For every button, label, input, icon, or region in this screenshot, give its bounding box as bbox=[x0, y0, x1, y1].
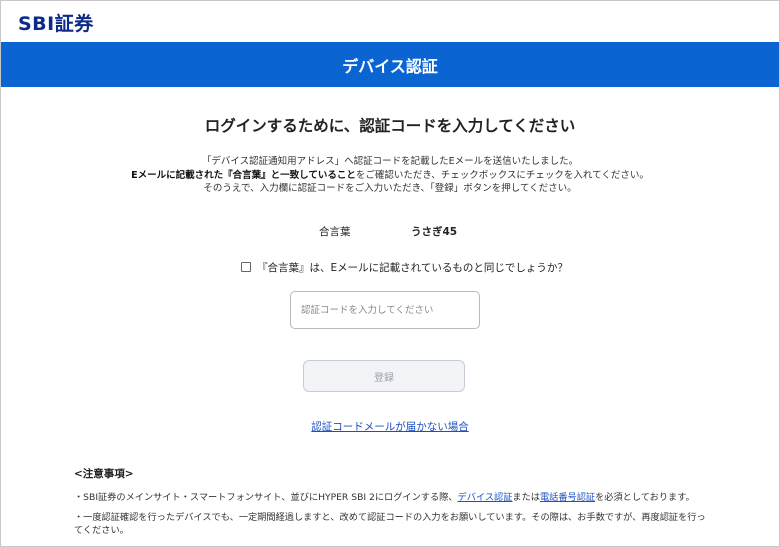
code-not-received-link: 認証コードメールが届かない場合 bbox=[1, 419, 779, 434]
intro-line-1: 「デバイス認証通知用アドレス」へ認証コードを記載したEメールを送信いたしました。 bbox=[201, 156, 579, 167]
note-line-1: ・SBI証券のメインサイト・スマートフォンサイト、並びにHYPER SBI 2に… bbox=[74, 491, 714, 504]
keyword-value: うさぎ45 bbox=[411, 226, 458, 238]
keyword-confirm-label: 『合言葉』は、Eメールに記載されているものと同じでしょうか？ bbox=[257, 261, 568, 274]
intro-text: 「デバイス認証通知用アドレス」へ認証コードを記載したEメールを送信いたしました。… bbox=[1, 155, 779, 196]
register-button[interactable]: 登録 bbox=[303, 360, 465, 392]
keyword-label: 合言葉 bbox=[319, 226, 351, 238]
code-not-received-link-text[interactable]: 認証コードメールが届かない場合 bbox=[311, 421, 469, 433]
sbi-logo[interactable]: SBI証券 bbox=[18, 9, 94, 36]
note-line-1-pre: ・SBI証券のメインサイト・スマートフォンサイト、並びにHYPER SBI 2に… bbox=[74, 492, 458, 503]
phone-auth-link[interactable]: 電話番号認証 bbox=[540, 492, 595, 503]
intro-line-2: Eメールに記載された『合言葉』と一致していることをご確認いただき、チェックボック… bbox=[1, 169, 779, 183]
page-frame: SBI証券 デバイス認証 ログインするために、認証コードを入力してください 「デ… bbox=[0, 0, 780, 547]
device-auth-link[interactable]: デバイス認証 bbox=[458, 492, 513, 503]
note-line-1-mid: または bbox=[512, 492, 540, 503]
page-banner: デバイス認証 bbox=[1, 42, 779, 87]
keyword-row: 合言葉 うさぎ45 bbox=[1, 224, 779, 240]
notes-title: <注意事項> bbox=[74, 468, 134, 480]
auth-code-input[interactable] bbox=[290, 291, 480, 329]
note-line-2: ・一度認証確認を行ったデバイスでも、一定期間経過しますと、改めて認証コードの入力… bbox=[74, 512, 706, 536]
notes-section: <注意事項> ・SBI証券のメインサイト・スマートフォンサイト、並びにHYPER… bbox=[74, 466, 714, 544]
intro-line-3: そのうえで、入力欄に認証コードをご入力いただき、「登録」ボタンを押してください。 bbox=[203, 183, 577, 194]
intro-line-2-rest: をご確認いただき、チェックボックスにチェックを入れてください。 bbox=[355, 169, 649, 181]
intro-line-2-bold: Eメールに記載された『合言葉』と一致していること bbox=[131, 169, 356, 181]
page-heading: ログインするために、認証コードを入力してください bbox=[204, 117, 576, 135]
keyword-confirm-checkbox[interactable] bbox=[241, 262, 251, 272]
logo-bar: SBI証券 bbox=[1, 1, 779, 42]
keyword-confirm-row[interactable]: 『合言葉』は、Eメールに記載されているものと同じでしょうか？ bbox=[241, 260, 568, 274]
note-line-1-post: を必須としております。 bbox=[595, 492, 695, 503]
banner-title: デバイス認証 bbox=[342, 56, 438, 76]
